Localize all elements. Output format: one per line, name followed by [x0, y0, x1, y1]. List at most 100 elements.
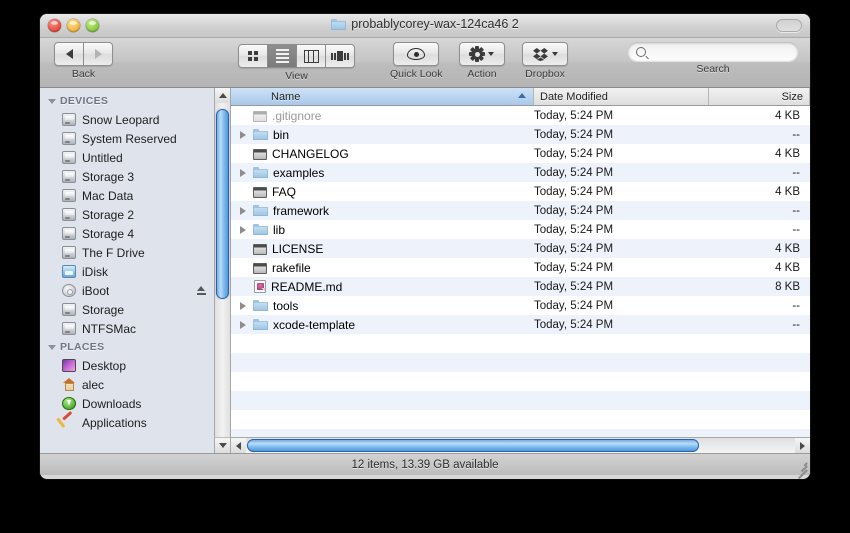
search-field[interactable]: [628, 42, 798, 61]
scroll-left-button[interactable]: [231, 438, 246, 453]
sidebar-item-desktop[interactable]: Desktop: [40, 356, 214, 375]
sidebar-item-storage[interactable]: Storage: [40, 300, 214, 319]
sidebar-item-storage-4[interactable]: Storage 4: [40, 224, 214, 243]
table-row[interactable]: bin Today, 5:24 PM --: [231, 125, 810, 144]
sidebar-vertical-scrollbar[interactable]: [215, 88, 231, 453]
scroll-track[interactable]: [215, 103, 230, 438]
folder-icon: [331, 18, 347, 30]
quick-look-label: Quick Look: [390, 68, 443, 80]
chevron-down-icon: [551, 52, 558, 56]
table-row[interactable]: CHANGELOG Today, 5:24 PM 4 KB: [231, 144, 810, 163]
sidebar-item-label: The F Drive: [82, 245, 145, 260]
action-button[interactable]: [459, 42, 505, 66]
file-name-label: .gitignore: [272, 108, 322, 123]
hard-drive-icon: [62, 208, 76, 221]
dropbox-group: Dropbox: [522, 42, 568, 80]
file-name-cell: lib: [231, 223, 534, 237]
table-row[interactable]: .gitignore Today, 5:24 PM 4 KB: [231, 106, 810, 125]
resize-grip[interactable]: [794, 459, 808, 479]
table-row[interactable]: framework Today, 5:24 PM --: [231, 201, 810, 220]
forward-button[interactable]: [84, 42, 113, 66]
dropbox-button[interactable]: [522, 42, 568, 66]
file-name-cell: xcode-template: [231, 318, 534, 332]
horizontal-scrollbar[interactable]: [231, 437, 810, 453]
sidebar-section-devices[interactable]: DEVICES: [40, 92, 214, 110]
icon-view-button[interactable]: [238, 44, 268, 68]
horizontal-scroll-track[interactable]: [246, 438, 795, 453]
file-name-cell: README.md: [231, 280, 534, 294]
file-size-cell: --: [792, 128, 800, 141]
table-row[interactable]: LICENSE Today, 5:24 PM 4 KB: [231, 239, 810, 258]
file-size-cell: 4 KB: [775, 185, 800, 198]
file-name-cell: framework: [231, 204, 534, 218]
table-row[interactable]: FAQ Today, 5:24 PM 4 KB: [231, 182, 810, 201]
window-titlebar[interactable]: probablycorey-wax-124ca46 2: [40, 14, 810, 38]
list-icon: [275, 49, 289, 63]
sidebar-item-label: Storage: [82, 302, 125, 317]
table-row[interactable]: examples Today, 5:24 PM --: [231, 163, 810, 182]
file-size-cell: --: [792, 318, 800, 331]
coverflow-view-button[interactable]: [326, 44, 355, 68]
disclosure-triangle-icon[interactable]: [237, 320, 249, 329]
sidebar-item-downloads[interactable]: Downloads: [40, 394, 214, 413]
disclosure-triangle-icon[interactable]: [237, 130, 249, 139]
scroll-thumb[interactable]: [216, 109, 229, 299]
list-view-button[interactable]: [268, 44, 297, 68]
file-name-label: CHANGELOG: [272, 146, 349, 161]
file-date-cell: Today, 5:24 PM: [534, 242, 614, 255]
disclosure-triangle-icon[interactable]: [48, 98, 56, 104]
sidebar-item-idisk[interactable]: iDisk: [40, 262, 214, 281]
action-group: Action: [459, 42, 505, 80]
desktop-background: probablycorey-wax-124ca46 2 Back View Qu…: [0, 0, 850, 533]
window-toolbar: Back View Quick Look Action Dropbox Sear…: [40, 38, 810, 88]
sidebar-item-applications[interactable]: Applications: [40, 413, 214, 432]
disclosure-triangle-icon[interactable]: [237, 206, 249, 215]
disclosure-triangle-icon[interactable]: [48, 344, 56, 350]
sidebar-section-places[interactable]: PLACES: [40, 338, 214, 356]
idisk-icon: [62, 265, 76, 278]
sidebar-item-ntfsmac[interactable]: NTFSMac: [40, 319, 214, 338]
file-date-cell: Today, 5:24 PM: [534, 166, 614, 179]
eye-icon: [407, 48, 426, 60]
sidebar-item-snow-leopard[interactable]: Snow Leopard: [40, 110, 214, 129]
table-row[interactable]: README.md Today, 5:24 PM 8 KB: [231, 277, 810, 296]
column-header-size[interactable]: Size: [709, 88, 810, 105]
hard-drive-icon: [62, 151, 76, 164]
search-input[interactable]: [650, 44, 790, 59]
scroll-right-button[interactable]: [795, 438, 810, 453]
quick-look-button[interactable]: [393, 42, 440, 66]
folder-icon: [253, 128, 268, 141]
column-view-button[interactable]: [297, 44, 326, 68]
sidebar-item-iboot[interactable]: iBoot: [40, 281, 214, 300]
scroll-up-button[interactable]: [215, 88, 230, 104]
sidebar-item-system-reserved[interactable]: System Reserved: [40, 129, 214, 148]
disclosure-triangle-icon[interactable]: [237, 225, 249, 234]
scroll-down-button[interactable]: [215, 437, 230, 453]
table-row[interactable]: tools Today, 5:24 PM --: [231, 296, 810, 315]
sidebar-item-label: Snow Leopard: [82, 112, 160, 127]
folder-icon: [253, 204, 268, 217]
back-button[interactable]: [54, 42, 84, 66]
column-headers: Name Date Modified Size: [231, 88, 810, 106]
file-name-label: xcode-template: [273, 317, 356, 332]
table-row[interactable]: xcode-template Today, 5:24 PM --: [231, 315, 810, 334]
sidebar-item-alec[interactable]: alec: [40, 375, 214, 394]
column-header-date-modified[interactable]: Date Modified: [534, 88, 709, 105]
file-size-cell: 8 KB: [775, 280, 800, 293]
eject-icon[interactable]: [197, 286, 206, 295]
window-title: probablycorey-wax-124ca46 2: [40, 17, 810, 31]
table-row[interactable]: rakefile Today, 5:24 PM 4 KB: [231, 258, 810, 277]
sidebar-item-mac-data[interactable]: Mac Data: [40, 186, 214, 205]
disclosure-triangle-icon[interactable]: [237, 168, 249, 177]
quick-look-group: Quick Look: [390, 42, 443, 80]
toolbar-toggle-button[interactable]: [776, 19, 802, 32]
sidebar-item-storage-3[interactable]: Storage 3: [40, 167, 214, 186]
table-row[interactable]: lib Today, 5:24 PM --: [231, 220, 810, 239]
disclosure-triangle-icon[interactable]: [237, 301, 249, 310]
sidebar-item-the-f-drive[interactable]: The F Drive: [40, 243, 214, 262]
horizontal-scroll-thumb[interactable]: [247, 439, 699, 452]
column-header-name[interactable]: Name: [231, 88, 534, 105]
sidebar-item-storage-2[interactable]: Storage 2: [40, 205, 214, 224]
chevron-up-icon: [218, 93, 227, 98]
sidebar-item-untitled[interactable]: Untitled: [40, 148, 214, 167]
